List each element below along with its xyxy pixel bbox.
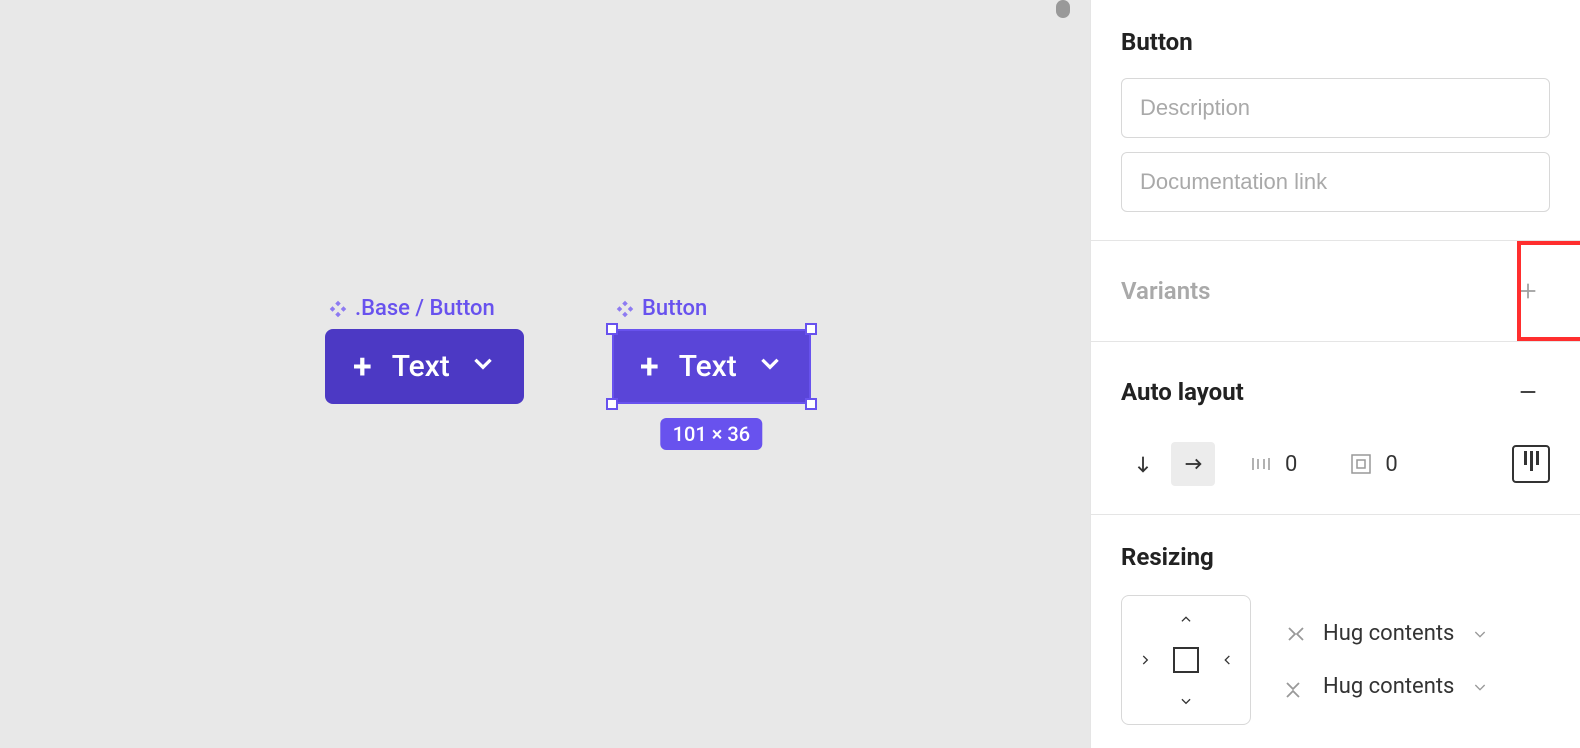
vertical-resize-select[interactable]: Hug contents [1281, 674, 1488, 699]
variants-title: Variants [1121, 277, 1211, 305]
chevron-down-icon [1179, 694, 1193, 708]
description-input[interactable] [1121, 78, 1550, 138]
properties-sidebar: Button Variants Auto layout [1090, 0, 1580, 748]
chevron-right-icon [1138, 653, 1152, 667]
component-header-section: Button [1091, 0, 1580, 241]
button-text: Text [679, 349, 737, 384]
component-base-button[interactable]: .Base / Button + Text [325, 296, 524, 404]
button-instance[interactable]: + Text [325, 329, 524, 404]
chevron-left-icon [1220, 653, 1234, 667]
button-text: Text [392, 349, 450, 384]
selected-frame[interactable]: + Text 101 × 36 [612, 329, 811, 404]
plus-icon: + [353, 350, 372, 384]
component-label[interactable]: Button [612, 296, 811, 329]
resize-center-icon [1173, 647, 1199, 673]
spacing-icon [1249, 452, 1273, 476]
hug-vertical-icon [1281, 675, 1305, 699]
item-spacing-value: 0 [1285, 452, 1297, 477]
component-label-text: Button [642, 296, 707, 321]
hug-horizontal-icon [1281, 622, 1305, 646]
padding-icon [1349, 452, 1373, 476]
component-name-title: Button [1121, 28, 1550, 56]
padding-value: 0 [1385, 452, 1397, 477]
item-spacing-field[interactable]: 0 [1249, 452, 1297, 477]
resize-handle-bl[interactable] [606, 398, 618, 410]
chevron-up-icon [1179, 612, 1193, 626]
button-instance[interactable]: + Text [612, 329, 811, 404]
direction-vertical-button[interactable] [1121, 442, 1165, 486]
canvas[interactable]: .Base / Button + Text Button + Text 101 … [0, 0, 1090, 748]
component-icon [614, 298, 636, 320]
padding-field[interactable]: 0 [1349, 452, 1397, 477]
resize-handle-tr[interactable] [805, 323, 817, 335]
component-label-text: .Base / Button [355, 296, 495, 321]
auto-layout-section: Auto layout 0 0 [1091, 342, 1580, 515]
resize-constraint-box[interactable] [1121, 595, 1251, 725]
resize-handle-tl[interactable] [606, 323, 618, 335]
remove-auto-layout-button[interactable] [1506, 370, 1550, 414]
component-button[interactable]: Button + Text 101 × 36 [612, 296, 811, 404]
documentation-link-input[interactable] [1121, 152, 1550, 212]
direction-horizontal-button[interactable] [1171, 442, 1215, 486]
auto-layout-title: Auto layout [1121, 378, 1244, 406]
resizing-title: Resizing [1121, 543, 1550, 571]
add-variant-button[interactable] [1506, 269, 1550, 313]
chevron-down-icon [470, 349, 496, 384]
resizing-section: Resizing Hug contents Hug contents [1091, 515, 1580, 748]
chevron-down-icon [1472, 679, 1488, 695]
chevron-down-icon [757, 349, 783, 384]
size-badge: 101 × 36 [661, 418, 762, 450]
scrollbar-thumb[interactable] [1056, 0, 1070, 18]
component-label[interactable]: .Base / Button [325, 296, 524, 329]
alignment-button[interactable] [1512, 445, 1550, 483]
vertical-resize-label: Hug contents [1323, 674, 1454, 699]
horizontal-resize-label: Hug contents [1323, 621, 1454, 646]
variants-section: Variants [1091, 241, 1580, 342]
component-icon [327, 298, 349, 320]
plus-icon: + [640, 350, 659, 384]
chevron-down-icon [1472, 626, 1488, 642]
resize-handle-br[interactable] [805, 398, 817, 410]
horizontal-resize-select[interactable]: Hug contents [1281, 621, 1488, 646]
